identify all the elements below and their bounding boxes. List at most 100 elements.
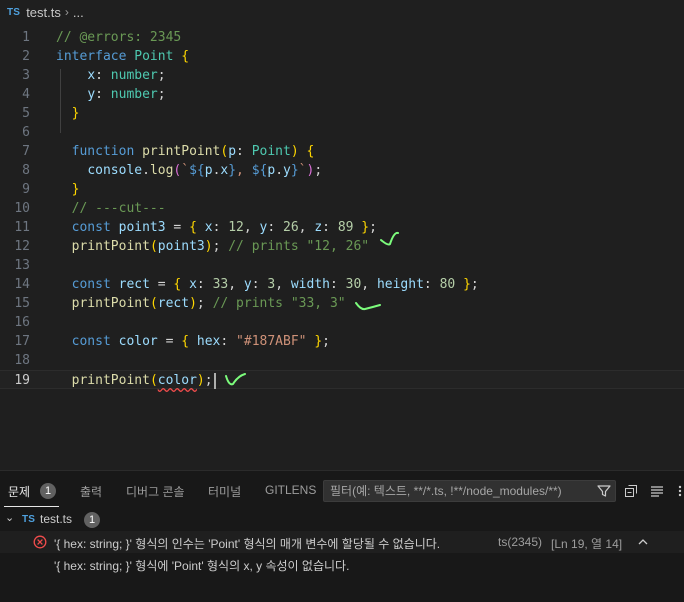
code-token: : <box>423 277 440 292</box>
code-line[interactable]: 3 x: number; <box>0 66 684 85</box>
code-token: ${ <box>189 163 205 178</box>
code-line[interactable]: 15 printPoint(rect); // prints "33, 3" <box>0 294 684 313</box>
code-token: x <box>204 220 213 235</box>
line-number: 4 <box>22 87 30 102</box>
problem-message: '{ hex: string; }' 형식의 인수는 'Point' 형식의 매… <box>54 537 441 551</box>
code-token: rect <box>157 296 190 311</box>
code-text: const color = { hex: "#187ABF" }; <box>56 332 330 351</box>
code-token: // prints "12, 26" <box>228 239 370 254</box>
code-line[interactable]: 17 const color = { hex: "#187ABF" }; <box>0 332 684 351</box>
code-text: } <box>56 180 80 199</box>
code-token: 80 <box>439 277 456 292</box>
code-line[interactable]: 5 } <box>0 104 684 123</box>
line-number: 1 <box>22 30 30 45</box>
code-token: ; <box>157 68 166 83</box>
problem-file-row[interactable]: ⌄ TS test.ts 1 <box>0 509 684 531</box>
code-line[interactable]: 11 const point3 = { x: 12, y: 26, z: 89 … <box>0 218 684 237</box>
filter-icon[interactable] <box>597 484 611 498</box>
code-text: x: number; <box>56 66 166 85</box>
code-token: const <box>71 334 111 349</box>
code-token: x <box>87 68 96 83</box>
code-text: function printPoint(p: Point) { <box>56 142 315 161</box>
active-tab-indicator <box>4 506 59 507</box>
code-token: : <box>220 334 237 349</box>
more-actions-icon[interactable] <box>676 484 684 498</box>
code-token: // ---cut--- <box>71 201 166 216</box>
code-line[interactable]: 19 printPoint(color); <box>0 370 684 389</box>
tab-gitlens[interactable]: GITLENS <box>265 483 316 497</box>
breadcrumb-symbols[interactable]: ... <box>73 5 84 20</box>
collapse-all-icon[interactable] <box>624 484 638 498</box>
chevron-down-icon[interactable]: ⌄ <box>5 511 14 524</box>
breadcrumb-file[interactable]: test.ts <box>26 5 61 20</box>
code-token: printPoint <box>71 373 150 388</box>
code-line[interactable]: 8 console.log(`${p.x}, ${p.y}`); <box>0 161 684 180</box>
code-line[interactable]: 16 <box>0 313 684 332</box>
filter-input[interactable] <box>330 481 590 501</box>
code-line[interactable]: 6 <box>0 123 684 142</box>
code-token: y <box>87 87 96 102</box>
code-line[interactable]: 4 y: number; <box>0 85 684 104</box>
code-token: 12 <box>228 220 244 235</box>
code-token: } <box>228 163 237 178</box>
tab-output[interactable]: 출력 <box>80 483 102 500</box>
line-number: 8 <box>22 163 30 178</box>
code-token: 26 <box>283 220 299 235</box>
code-token: , <box>361 277 377 292</box>
code-text: } <box>56 104 80 123</box>
code-token: . <box>142 163 150 178</box>
problem-location: [Ln 19, 열 14] <box>551 537 623 551</box>
code-token: ( <box>149 373 158 388</box>
code-text: // ---cut--- <box>56 199 166 218</box>
problem-item[interactable]: '{ hex: string; }' 형식의 인수는 'Point' 형식의 매… <box>0 531 684 553</box>
code-token: : <box>212 220 229 235</box>
tab-debug-console[interactable]: 디버그 콘솔 <box>126 483 185 500</box>
code-line[interactable]: 18 <box>0 351 684 370</box>
code-line[interactable]: 13 <box>0 256 684 275</box>
chevron-up-icon[interactable] <box>637 537 649 547</box>
code-token: printPoint <box>142 144 221 159</box>
code-line[interactable]: 7 function printPoint(p: Point) { <box>0 142 684 161</box>
code-token: ) <box>290 144 299 159</box>
problem-detail-row: '{ hex: string; }' 형식에 'Point' 형식의 x, y … <box>0 553 684 575</box>
code-token: ) <box>204 239 213 254</box>
code-token: width <box>290 277 330 292</box>
code-token: { <box>306 144 315 159</box>
code-token: ` <box>298 163 307 178</box>
code-token: , <box>236 163 252 178</box>
code-line[interactable]: 12 printPoint(point3); // prints "12, 26… <box>0 237 684 256</box>
code-token: z <box>314 220 323 235</box>
code-token: : <box>95 87 111 102</box>
code-token: ( <box>149 239 158 254</box>
tab-problems[interactable]: 문제 <box>8 483 30 500</box>
code-token: = <box>157 334 182 349</box>
code-line[interactable]: 9 } <box>0 180 684 199</box>
code-text: console.log(`${p.x}, ${p.y}`); <box>56 161 322 180</box>
code-token: x <box>189 277 197 292</box>
bottom-panel: 문제 1 출력 디버그 콘솔 터미널 GITLENS ⌄ TS test.ts … <box>0 470 684 602</box>
code-token: } <box>71 182 80 197</box>
code-line[interactable]: 1 // @errors: 2345 <box>0 28 684 47</box>
code-token: , <box>228 277 244 292</box>
problem-source: ts(2345) <box>498 535 543 549</box>
line-number: 17 <box>14 334 30 349</box>
code-token: hex <box>196 334 221 349</box>
code-token: } <box>361 220 370 235</box>
code-token: , <box>275 277 291 292</box>
code-line[interactable]: 14 const rect = { x: 33, y: 3, width: 30… <box>0 275 684 294</box>
view-as-list-icon[interactable] <box>650 484 664 498</box>
code-line[interactable]: 2 interface Point { <box>0 47 684 66</box>
file-problem-count-badge: 1 <box>84 512 100 528</box>
code-token: interface <box>56 49 127 64</box>
tab-terminal[interactable]: 터미널 <box>208 483 241 500</box>
code-token: , <box>298 220 315 235</box>
code-token: { <box>189 220 197 235</box>
code-line[interactable]: 10 // ---cut--- <box>0 199 684 218</box>
code-editor[interactable]: 1// @errors: 2345 2 interface Point {3 x: … <box>0 24 684 470</box>
